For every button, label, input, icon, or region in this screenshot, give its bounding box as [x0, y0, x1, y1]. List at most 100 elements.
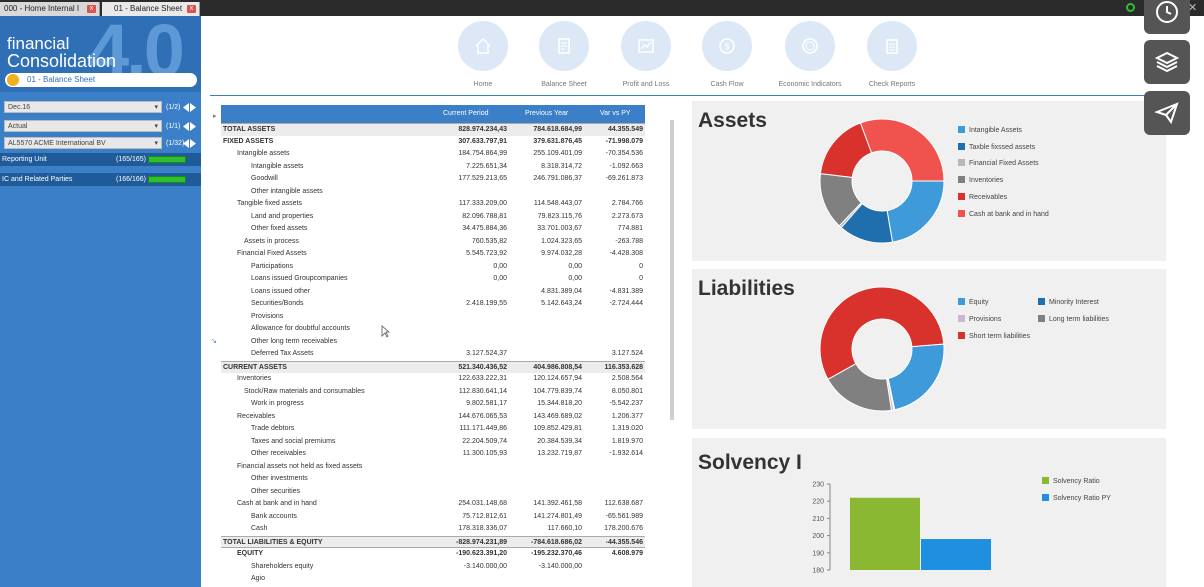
table-row[interactable]: Other intangible assets: [221, 186, 645, 199]
cell-cp: 34.475.884,36: [462, 225, 507, 232]
table-row[interactable]: Assets in process 760.535,82 1.024.323,65 -…: [221, 236, 645, 249]
table-row[interactable]: Goodwill 177.529.213,65 246.791.086,37 -69.…: [221, 173, 645, 186]
table-row[interactable]: Intangible assets 7.225.651,34 8.318.314,7…: [221, 161, 645, 174]
table-row[interactable]: TOTAL LIABILITIES & EQUITY -828.974.231,8…: [221, 535, 645, 548]
scenario-nav-arrows[interactable]: [183, 122, 199, 131]
table-row[interactable]: Trade debtors 111.171.449,86 109.852.429,8…: [221, 423, 645, 436]
table-row[interactable]: Work in progress 9.802.581,17 15.344.818,2…: [221, 398, 645, 411]
table-row[interactable]: CURRENT ASSETS 521.340.436,52 404.986.808,…: [221, 360, 645, 373]
entity-select[interactable]: AL5570 ACME International BV ▾: [4, 137, 162, 149]
y-tick-label: 190: [812, 550, 824, 557]
close-icon[interactable]: x: [187, 5, 196, 13]
unit-label: Reporting Unit: [2, 156, 47, 163]
nav-economic-indicators[interactable]: Economic Indicators: [772, 21, 848, 88]
row-label: Cash at bank and in hand: [237, 500, 317, 507]
row-label: Securities/Bonds: [251, 300, 304, 307]
table-row[interactable]: Inventories 122.633.222,31 120.124.657,94 2…: [221, 373, 645, 386]
row-label: Inventories: [237, 375, 272, 382]
cell-py: -195.232.370,46: [531, 550, 582, 557]
table-row[interactable]: Other receivables 11.300.105,93 13.232.719…: [221, 448, 645, 461]
liabilities-panel: Liabilities Equity Minority Interest Provi…: [692, 269, 1166, 429]
table-row[interactable]: Receivables 144.676.065,53 143.469.689,02 1…: [221, 411, 645, 424]
row-label: Other fixed assets: [251, 225, 308, 232]
cell-var: 0: [639, 275, 643, 282]
current-document[interactable]: 01 - Balance Sheet: [5, 73, 197, 87]
nav-check-reports[interactable]: Check Reports: [854, 21, 930, 88]
period-nav-arrows[interactable]: [183, 103, 199, 112]
expand-icon[interactable]: ▸: [213, 112, 217, 120]
table-row[interactable]: Cash at bank and in hand 254.031.148,68 14…: [221, 498, 645, 511]
cell-cp: 0,00: [493, 262, 507, 270]
table-row[interactable]: TOTAL ASSETS 828.974.234,43 784.618.684,99…: [221, 123, 645, 136]
table-row[interactable]: Allowance for doubtful accounts: [221, 323, 645, 336]
home-icon: [458, 21, 508, 71]
refresh-icon[interactable]: [1126, 3, 1135, 12]
send-icon[interactable]: [1144, 91, 1190, 135]
row-label: Land and properties: [251, 212, 314, 220]
table-row[interactable]: EQUITY -190.623.391,20 -195.232.370,46 4.60…: [221, 548, 645, 561]
divider: [210, 95, 1175, 96]
table-row[interactable]: Financial assets not held as fixed asset…: [221, 461, 645, 474]
legend-item: Solvency Ratio PY: [1042, 493, 1111, 503]
cell-cp: 184.754.864,99: [458, 150, 507, 157]
tab-home[interactable]: 000 - Home Internal I x: [0, 2, 100, 16]
table-row[interactable]: Participations 0,00 0,00 0: [221, 261, 645, 274]
cell-py: 0,00: [568, 262, 582, 270]
table-scrollbar[interactable]: [670, 120, 674, 420]
legend-label: Inventories: [969, 177, 1004, 185]
table-row[interactable]: Other investments: [221, 473, 645, 486]
table-row[interactable]: Other long term receivables: [221, 336, 645, 349]
table-row[interactable]: Land and properties 82.096.788,81 79.823.1…: [221, 211, 645, 224]
table-row[interactable]: Loans issued Groupcompanies 0,00 0,00 0: [221, 273, 645, 286]
liabilities-donut-chart: [819, 286, 945, 412]
table-row[interactable]: Deferred Tax Assets 3.127.524,37 3.127.524: [221, 348, 645, 361]
row-label: Intangible assets: [237, 150, 290, 157]
table-row[interactable]: Other securities: [221, 486, 645, 499]
layers-icon[interactable]: [1144, 40, 1190, 84]
row-label: Agio: [251, 575, 266, 582]
cell-py: 0,00: [568, 275, 582, 282]
legend-label: Cash at bank and in hand: [969, 210, 1049, 218]
table-row[interactable]: Securities/Bonds 2.418.199,55 5.142.643,24…: [221, 298, 645, 311]
table-row[interactable]: Stock/Raw materials and consumables 112.8…: [221, 386, 645, 399]
reporting-unit-row[interactable]: Reporting Unit (165/165): [0, 153, 201, 166]
cell-py: -3.140.000,00: [538, 562, 582, 570]
cell-cp: 9.802.581,17: [466, 400, 507, 407]
cell-py: 13.232.719,87: [537, 450, 582, 457]
nav-home[interactable]: Home: [445, 21, 521, 88]
table-row[interactable]: Cash 178.318.336,07 117.660,10 178.200.676: [221, 523, 645, 536]
table-row[interactable]: Other fixed assets 34.475.884,36 33.701.00…: [221, 223, 645, 236]
clock-icon[interactable]: [1144, 0, 1190, 34]
scenario-select[interactable]: Actual ▾: [4, 120, 162, 132]
table-row[interactable]: Provisions: [221, 311, 645, 324]
nav-profit-loss[interactable]: Profit and Loss: [608, 21, 684, 88]
table-row[interactable]: Intangible assets 184.754.864,99 255.109.4…: [221, 148, 645, 161]
chevron-down-icon: ▾: [154, 140, 158, 147]
legend-item: Taxble fixssed assets: [958, 142, 1036, 152]
cell-cp: 82.096.788,81: [462, 212, 507, 220]
legend-swatch: [958, 159, 965, 167]
legend-label: Taxble fixssed assets: [969, 143, 1036, 151]
y-tick-label: 230: [812, 482, 824, 489]
table-row[interactable]: FIXED ASSETS 307.633.797,91 379.631.876,45…: [221, 136, 645, 149]
solvency-panel: Solvency I 180 190 200 210 220 230 Solvency R…: [692, 438, 1166, 587]
ic-related-row[interactable]: IC and Related Parties (166/166): [0, 173, 201, 186]
table-row[interactable]: Loans issued other 4.831.389,04 -4.831.389: [221, 286, 645, 299]
table-row[interactable]: Shareholders equity -3.140.000,00 -3.140.0…: [221, 561, 645, 574]
table-row[interactable]: Tangible fixed assets 117.333.209,00 114.5…: [221, 198, 645, 211]
table-row[interactable]: Taxes and social premiums 22.204.509,74 20…: [221, 436, 645, 449]
period-select[interactable]: Dec.16 ▾: [4, 101, 162, 113]
row-label: Deferred Tax Assets: [251, 350, 314, 357]
table-row[interactable]: Bank accounts 75.712.812,61 141.274.801,49…: [221, 511, 645, 524]
column-header: Var vs PY: [600, 110, 631, 117]
table-row[interactable]: Agio: [221, 573, 645, 586]
cell-var: 8.050.801: [611, 387, 643, 395]
legend-label: Financial Fixed Assets: [969, 160, 1039, 168]
entity-nav-arrows[interactable]: [183, 139, 199, 148]
coin-icon: [785, 21, 835, 71]
nav-balance-sheet[interactable]: Balance Sheet: [526, 21, 602, 88]
cell-var: 1.206.377: [611, 412, 643, 420]
unit-label: IC and Related Parties: [2, 176, 73, 183]
table-row[interactable]: Financial Fixed Assets 5.545.723,92 9.974.…: [221, 248, 645, 261]
nav-cash-flow[interactable]: $ Cash Flow: [689, 21, 765, 88]
